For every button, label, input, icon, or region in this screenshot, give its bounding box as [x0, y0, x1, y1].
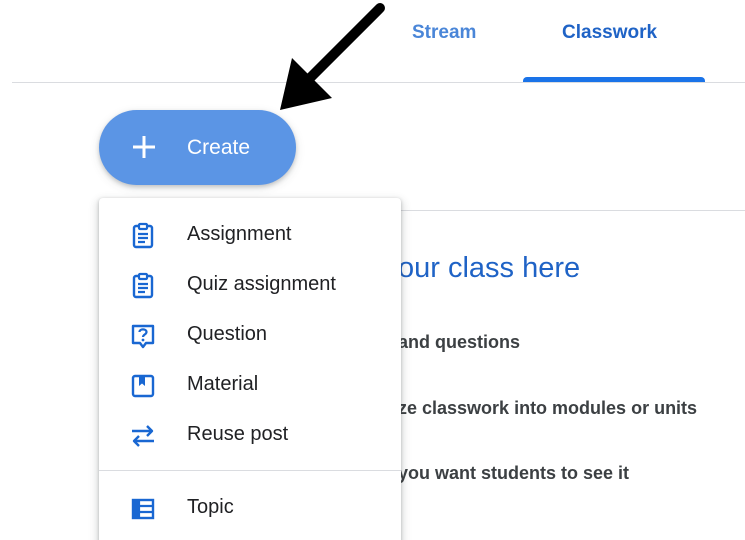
- empty-state-title: our class here: [398, 252, 581, 284]
- empty-state-line: you want students to see it: [398, 463, 630, 483]
- material-icon: [131, 374, 155, 398]
- tab-stream[interactable]: Stream: [412, 22, 476, 44]
- menu-divider: [99, 470, 401, 471]
- tab-classwork[interactable]: Classwork: [562, 22, 657, 44]
- menu-item-reuse-post[interactable]: Reuse post: [99, 410, 401, 460]
- menu-item-label: Assignment: [187, 223, 292, 245]
- assignment-icon: [132, 222, 154, 249]
- menu-item-material[interactable]: Material: [99, 360, 401, 410]
- menu-item-label: Question: [187, 323, 268, 345]
- quiz-assignment-icon: [132, 272, 154, 299]
- menu-item-label: Reuse post: [187, 423, 289, 445]
- menu-item-question[interactable]: Question: [99, 310, 401, 360]
- reuse-icon: [132, 425, 154, 447]
- classroom-screen: Stream Classwork our class here and ques…: [0, 0, 745, 540]
- question-icon: [131, 324, 155, 349]
- empty-state-line: and questions: [398, 332, 521, 352]
- create-button-label: Create: [187, 136, 251, 159]
- empty-state-line: ze classwork into modules or units: [398, 398, 698, 418]
- annotation-arrow-icon: [280, 3, 385, 110]
- menu-item-label: Material: [187, 373, 259, 395]
- menu-item-label: Quiz assignment: [187, 273, 336, 295]
- menu-item-assignment[interactable]: Assignment: [99, 210, 401, 260]
- plus-icon: [133, 136, 155, 158]
- content-card-top-border: [380, 210, 745, 211]
- menu-item-label: Topic: [187, 496, 234, 518]
- menu-item-topic[interactable]: Topic: [99, 483, 401, 533]
- create-menu: Assignment Quiz assignment Question Mate…: [99, 198, 401, 540]
- topic-icon: [131, 498, 155, 520]
- menu-item-quiz-assignment[interactable]: Quiz assignment: [99, 260, 401, 310]
- create-button[interactable]: Create: [99, 110, 296, 185]
